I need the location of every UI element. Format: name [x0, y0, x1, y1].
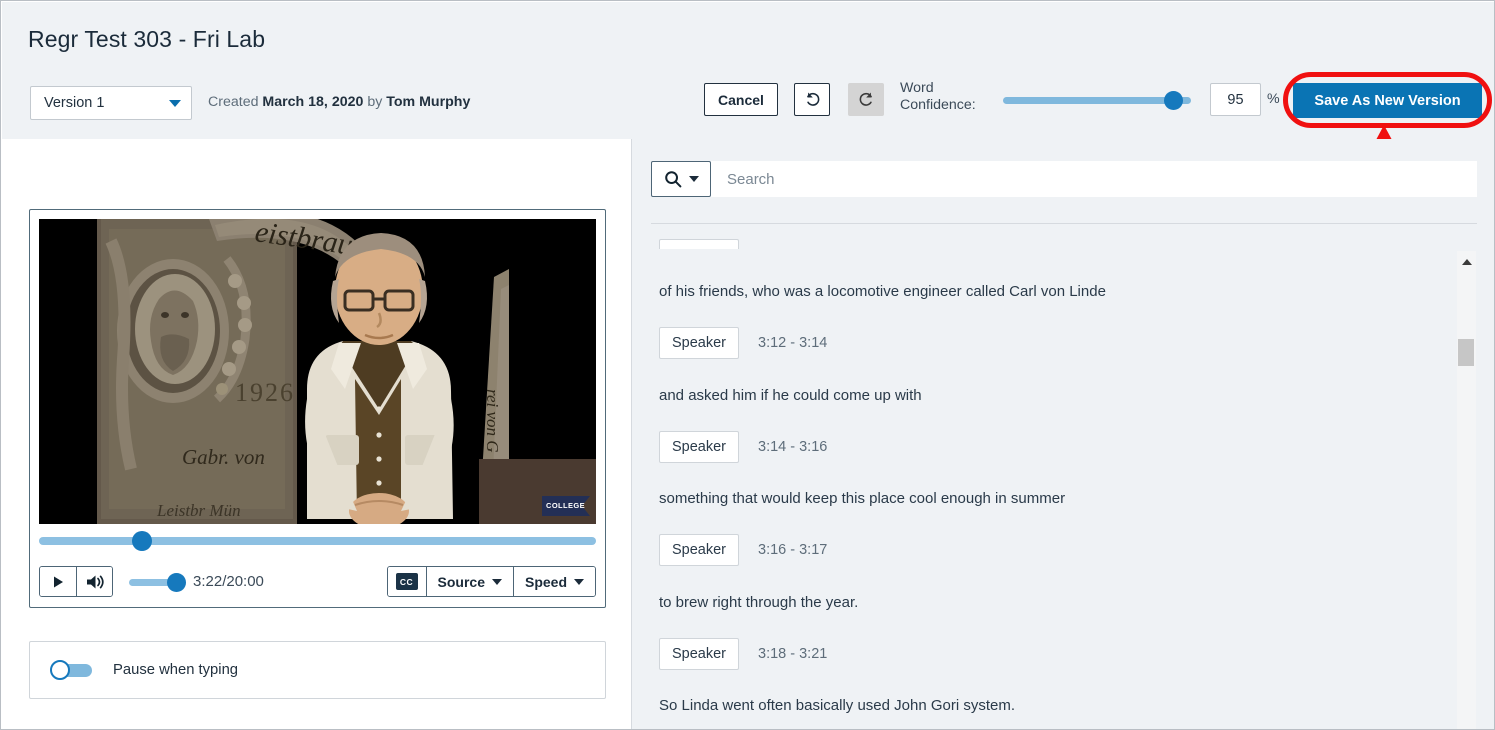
- chevron-down-icon: [689, 176, 699, 182]
- search-divider: [651, 223, 1477, 224]
- progress-track: [39, 537, 596, 545]
- search-input[interactable]: [711, 161, 1477, 197]
- transcript-line[interactable]: something that would keep this place coo…: [659, 490, 1065, 507]
- undo-button[interactable]: [794, 83, 830, 116]
- time-display: 3:22/20:00: [193, 573, 264, 590]
- video-still-image: eistbrauer: [39, 219, 596, 524]
- source-dropdown[interactable]: Source: [426, 567, 513, 596]
- version-select-value: Version 1: [44, 95, 169, 111]
- search-options-button[interactable]: [651, 161, 711, 197]
- svg-text:1926: 1926: [235, 378, 295, 407]
- chevron-down-icon: [492, 579, 502, 585]
- toggle-knob: [50, 660, 70, 680]
- closed-caption-icon: CC: [396, 573, 418, 590]
- volume-thumb[interactable]: [167, 573, 186, 592]
- word-confidence-input[interactable]: [1210, 83, 1261, 116]
- chevron-down-icon: [574, 579, 584, 585]
- speaker-chip[interactable]: Speaker: [659, 327, 739, 359]
- transcript-text[interactable]: and asked him if he could come up with: [659, 387, 922, 404]
- college-watermark: COLLEGE: [542, 496, 590, 516]
- cancel-button[interactable]: Cancel: [704, 83, 778, 116]
- percent-label: %: [1267, 91, 1280, 107]
- player-options: CC Source Speed: [387, 566, 596, 597]
- slider-thumb[interactable]: [1164, 91, 1183, 110]
- transcript-text[interactable]: to brew right through the year.: [659, 594, 858, 611]
- save-as-new-version-button[interactable]: Save As New Version: [1293, 83, 1482, 118]
- timestamp: 3:16 - 3:17: [758, 542, 827, 558]
- timestamp: 3:12 - 3:14: [758, 335, 827, 351]
- transcript-panel: of his friends, who was a locomotive eng…: [632, 139, 1495, 730]
- page-title: Regr Test 303 - Fri Lab: [28, 26, 265, 53]
- transcript-meta-row: Speaker 3:16 - 3:17: [659, 534, 827, 566]
- transcript-line[interactable]: of his friends, who was a locomotive eng…: [659, 283, 1106, 300]
- version-select[interactable]: Version 1: [30, 86, 192, 120]
- header-bar: Regr Test 303 - Fri Lab Version 1 Create…: [2, 2, 1495, 139]
- speed-label: Speed: [525, 574, 567, 590]
- transcript-meta-row: Speaker 3:18 - 3:21: [659, 638, 827, 670]
- progress-thumb[interactable]: [132, 531, 152, 551]
- created-prefix: Created: [208, 94, 262, 110]
- transcript-meta-row: Speaker 3:12 - 3:14: [659, 327, 827, 359]
- volume-icon: [86, 574, 104, 590]
- pennant-label: COLLEGE: [546, 501, 585, 510]
- speaker-chip[interactable]: Speaker: [659, 534, 739, 566]
- transcript-scrollbar[interactable]: [1457, 251, 1476, 730]
- transcript-text[interactable]: So Linda went often basically used John …: [659, 697, 1015, 714]
- video-player: eistbrauer: [29, 209, 606, 608]
- video-frame[interactable]: eistbrauer: [39, 219, 596, 524]
- transcript-line[interactable]: to brew right through the year.: [659, 594, 858, 611]
- svg-text:Leistbr Mün: Leistbr Mün: [156, 501, 241, 520]
- pause-when-typing-label: Pause when typing: [113, 662, 238, 678]
- speed-dropdown[interactable]: Speed: [513, 567, 595, 596]
- word-confidence-label: Word Confidence:: [900, 80, 1000, 114]
- video-progress-slider[interactable]: [39, 532, 596, 550]
- media-panel: eistbrauer: [2, 139, 631, 730]
- play-button[interactable]: [40, 567, 76, 596]
- redo-button: [848, 83, 884, 116]
- pause-when-typing-toggle[interactable]: [50, 660, 92, 680]
- play-icon: [51, 575, 65, 589]
- transcript-meta-row: Speaker 3:14 - 3:16: [659, 431, 827, 463]
- scrollbar-thumb[interactable]: [1458, 339, 1474, 366]
- created-date: March 18, 2020: [262, 94, 363, 110]
- word-confidence-slider[interactable]: [1003, 92, 1191, 108]
- transcript-line[interactable]: So Linda went often basically used John …: [659, 697, 1015, 714]
- speaker-chip[interactable]: Speaker: [659, 431, 739, 463]
- created-by-prefix: by: [363, 94, 386, 110]
- source-label: Source: [438, 574, 485, 590]
- timestamp: 3:18 - 3:21: [758, 646, 827, 662]
- redo-icon: [857, 90, 876, 109]
- transcript-text[interactable]: of his friends, who was a locomotive eng…: [659, 283, 1106, 300]
- transcript-list: of his friends, who was a locomotive eng…: [651, 239, 1457, 730]
- slider-track: [1003, 97, 1191, 104]
- app-window: Regr Test 303 - Fri Lab Version 1 Create…: [0, 0, 1495, 730]
- svg-text:Gabr. von: Gabr. von: [182, 445, 265, 469]
- playback-controls: [39, 566, 113, 597]
- search-icon: [664, 170, 682, 188]
- search-bar: [651, 161, 1477, 197]
- pause-when-typing-card: Pause when typing: [29, 641, 606, 699]
- volume-slider[interactable]: [129, 574, 187, 590]
- created-author: Tom Murphy: [386, 94, 470, 110]
- transcript-text[interactable]: something that would keep this place coo…: [659, 490, 1065, 507]
- svg-text:rei von G: rei von G: [483, 389, 502, 453]
- closed-caption-button[interactable]: CC: [388, 567, 426, 596]
- caret-up-icon[interactable]: [1462, 259, 1472, 265]
- clipped-speaker-chip: [659, 239, 739, 249]
- chevron-down-icon: [169, 100, 181, 107]
- speaker-chip[interactable]: Speaker: [659, 638, 739, 670]
- transcript-line[interactable]: and asked him if he could come up with: [659, 387, 922, 404]
- volume-button[interactable]: [76, 567, 112, 596]
- undo-icon: [803, 90, 822, 109]
- timestamp: 3:14 - 3:16: [758, 439, 827, 455]
- created-info: Created March 18, 2020 by Tom Murphy: [208, 94, 470, 110]
